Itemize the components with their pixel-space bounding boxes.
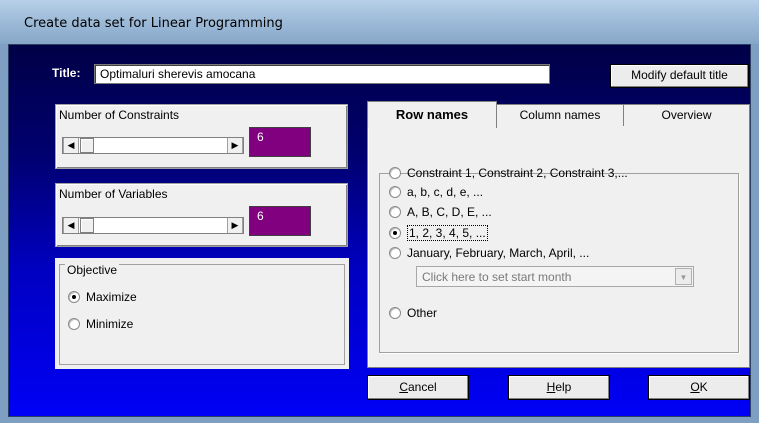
constraints-panel: Number of Constraints ◀ ▶ 6 bbox=[55, 104, 348, 169]
radio-checked-icon[interactable] bbox=[68, 291, 80, 303]
radio-checked-icon[interactable] bbox=[389, 227, 401, 239]
radio-months[interactable]: January, February, March, April, ... bbox=[389, 246, 589, 260]
months-label: January, February, March, April, ... bbox=[407, 246, 590, 260]
maximize-label: Maximize bbox=[86, 290, 137, 304]
radio-unchecked-icon[interactable] bbox=[389, 167, 401, 179]
help-label: elp bbox=[555, 380, 572, 394]
radio-maximize[interactable]: Maximize bbox=[68, 290, 137, 304]
constraints-scroll-thumb[interactable] bbox=[80, 138, 94, 153]
variables-scrollbar[interactable]: ◀ ▶ bbox=[62, 217, 244, 234]
other-label: Other bbox=[407, 306, 438, 320]
objective-group bbox=[59, 264, 345, 365]
scroll-left-arrow-icon[interactable]: ◀ bbox=[63, 218, 79, 233]
window-titlebar[interactable]: Create data set for Linear Programming bbox=[0, 0, 759, 44]
variables-value: 6 bbox=[249, 206, 311, 236]
variables-panel: Number of Variables ◀ ▶ 6 bbox=[55, 183, 348, 247]
radio-unchecked-icon[interactable] bbox=[389, 186, 401, 198]
constraints-label: Number of Constraints bbox=[59, 108, 180, 122]
modify-default-title-label: Modify default title bbox=[631, 68, 728, 82]
constraints-scrollbar[interactable]: ◀ ▶ bbox=[62, 137, 244, 154]
radio-uppercase-letters[interactable]: A, B, C, D, E, ... bbox=[389, 205, 492, 219]
lowercase-letters-label: a, b, c, d, e, ... bbox=[407, 185, 484, 199]
scroll-left-arrow-icon[interactable]: ◀ bbox=[63, 138, 79, 153]
radio-lowercase-letters[interactable]: a, b, c, d, e, ... bbox=[389, 185, 483, 199]
constraint-names-label: Constraint 1, Constraint 2, Constraint 3… bbox=[407, 166, 628, 180]
ok-mnemonic: O bbox=[690, 380, 700, 394]
numbers-label: 1, 2, 3, 4, 5, ... bbox=[407, 225, 488, 241]
radio-unchecked-icon[interactable] bbox=[68, 318, 80, 330]
row-names-options-frame bbox=[379, 173, 739, 353]
cancel-label: ancel bbox=[407, 380, 437, 394]
radio-unchecked-icon[interactable] bbox=[389, 247, 401, 259]
scroll-right-arrow-icon[interactable]: ▶ bbox=[227, 138, 243, 153]
scroll-right-arrow-icon[interactable]: ▶ bbox=[227, 218, 243, 233]
tab-column-names-label: Column names bbox=[519, 108, 601, 122]
help-button[interactable]: Help bbox=[508, 375, 610, 400]
uppercase-letters-label: A, B, C, D, E, ... bbox=[407, 205, 492, 219]
window-title: Create data set for Linear Programming bbox=[24, 16, 283, 31]
title-label: Title: bbox=[52, 66, 81, 80]
variables-label: Number of Variables bbox=[59, 187, 168, 201]
start-month-dropdown[interactable]: Click here to set start month ▼ bbox=[416, 266, 694, 287]
modify-default-title-button[interactable]: Modify default title bbox=[610, 64, 749, 88]
window-frame-right bbox=[751, 44, 759, 423]
start-month-placeholder: Click here to set start month bbox=[422, 270, 572, 284]
radio-unchecked-icon[interactable] bbox=[389, 206, 401, 218]
radio-minimize[interactable]: Minimize bbox=[68, 317, 133, 331]
constraints-value: 6 bbox=[249, 127, 311, 157]
objective-legend: Objective bbox=[65, 263, 120, 277]
title-input[interactable]: Optimaluri sherevis amocana bbox=[94, 64, 550, 84]
radio-unchecked-icon[interactable] bbox=[389, 307, 401, 319]
minimize-label: Minimize bbox=[86, 317, 134, 331]
radio-constraint-names[interactable]: Constraint 1, Constraint 2, Constraint 3… bbox=[389, 166, 628, 180]
tab-overview-label: Overview bbox=[661, 108, 712, 122]
chevron-down-icon[interactable]: ▼ bbox=[675, 268, 692, 285]
radio-numbers[interactable]: 1, 2, 3, 4, 5, ... bbox=[389, 225, 488, 241]
window-frame-bottom bbox=[0, 417, 759, 423]
cancel-button[interactable]: Cancel bbox=[367, 375, 469, 400]
ok-button[interactable]: OK bbox=[648, 375, 750, 400]
tab-overview[interactable]: Overview bbox=[623, 104, 750, 126]
tab-row-names-label: Row names bbox=[395, 107, 469, 122]
window-frame-left bbox=[0, 44, 8, 423]
tab-column-names[interactable]: Column names bbox=[496, 104, 624, 126]
radio-other[interactable]: Other bbox=[389, 306, 437, 320]
tab-row-names[interactable]: Row names bbox=[367, 101, 497, 128]
variables-scroll-thumb[interactable] bbox=[80, 218, 94, 233]
ok-label: K bbox=[699, 380, 708, 394]
cancel-mnemonic: C bbox=[399, 380, 408, 394]
